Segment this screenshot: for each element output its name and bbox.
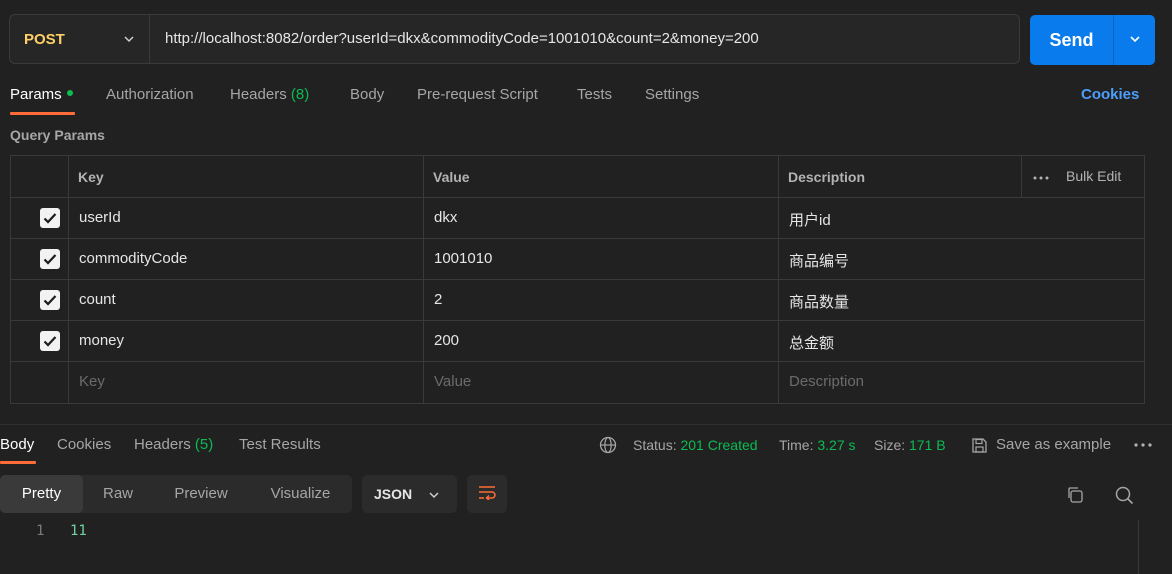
- response-tab-cookies[interactable]: Cookies: [57, 436, 111, 453]
- check-icon: [43, 213, 57, 224]
- check-icon: [43, 336, 57, 347]
- status-readout: Status: 201 Created: [633, 437, 758, 453]
- save-icon[interactable]: [969, 436, 989, 454]
- tab-body[interactable]: Body: [350, 85, 384, 115]
- param-key-cell[interactable]: commodityCode: [79, 250, 187, 267]
- method-select[interactable]: POST: [10, 15, 150, 63]
- size-value: 171 B: [909, 437, 946, 453]
- row-checkbox[interactable]: [40, 331, 60, 351]
- size-readout: Size: 171 B: [874, 437, 946, 453]
- time-readout: Time: 3.27 s: [779, 437, 856, 453]
- time-label: Time:: [779, 437, 814, 453]
- tab-params-label: Params: [10, 86, 62, 103]
- time-value: 3.27 s: [817, 437, 856, 453]
- url-input[interactable]: http://localhost:8082/order?userId=dkx&c…: [165, 15, 759, 63]
- param-value-cell[interactable]: dkx: [434, 209, 457, 226]
- param-key-cell[interactable]: money: [79, 332, 124, 349]
- params-table: Key Value Description Bulk Edit userId d…: [10, 155, 1145, 404]
- send-button[interactable]: Send: [1030, 15, 1113, 65]
- status-value: 201 Created: [680, 437, 758, 453]
- param-value-cell[interactable]: 2: [434, 291, 442, 308]
- row-checkbox[interactable]: [40, 290, 60, 310]
- tab-headers[interactable]: Headers (8): [230, 85, 309, 115]
- view-mode-preview[interactable]: Preview: [153, 475, 249, 513]
- column-divider: [1021, 156, 1022, 197]
- param-description-cell[interactable]: 总金额: [789, 332, 834, 353]
- wrap-lines-button[interactable]: [467, 475, 507, 513]
- method-label: POST: [24, 30, 65, 48]
- chevron-down-icon: [123, 32, 135, 49]
- tab-headers-count: (8): [290, 86, 310, 103]
- response-tab-headers-count: (5): [194, 436, 214, 453]
- send-button-group: Send: [1030, 15, 1155, 65]
- row-divider: [11, 361, 1144, 362]
- cookies-link[interactable]: Cookies: [1081, 85, 1139, 115]
- param-description-cell[interactable]: 商品数量: [789, 291, 849, 312]
- tab-authorization[interactable]: Authorization: [106, 85, 194, 115]
- view-mode-segmented-control: Pretty Raw Preview Visualize: [0, 475, 352, 513]
- row-divider: [11, 197, 1144, 198]
- send-options-button[interactable]: [1114, 15, 1155, 65]
- search-icon[interactable]: [1113, 484, 1135, 506]
- request-bar: POST http://localhost:8082/order?userId=…: [9, 14, 1020, 64]
- param-value-cell[interactable]: 1001010: [434, 250, 492, 267]
- tab-settings[interactable]: Settings: [645, 85, 699, 115]
- save-as-example-button[interactable]: Save as example: [996, 436, 1111, 453]
- tab-tests[interactable]: Tests: [577, 85, 612, 115]
- param-key-cell[interactable]: userId: [79, 209, 121, 226]
- new-value-input[interactable]: Value: [434, 373, 471, 390]
- response-tab-body[interactable]: Body: [0, 436, 34, 453]
- view-mode-pretty[interactable]: Pretty: [0, 475, 83, 513]
- row-checkbox[interactable]: [40, 249, 60, 269]
- line-number: 1: [36, 523, 45, 539]
- format-label: JSON: [374, 486, 413, 502]
- query-params-title: Query Params: [10, 127, 105, 143]
- column-header-key: Key: [78, 169, 104, 185]
- response-active-tab-underline: [0, 461, 36, 464]
- globe-icon[interactable]: [598, 436, 618, 454]
- tab-prerequest-script[interactable]: Pre-request Script: [417, 85, 538, 115]
- tab-headers-label: Headers: [230, 86, 287, 103]
- copy-icon[interactable]: [1064, 484, 1086, 506]
- params-indicator-dot: [66, 90, 73, 97]
- chevron-down-icon: [428, 488, 440, 504]
- size-label: Size:: [874, 437, 906, 453]
- param-description-cell[interactable]: 用户id: [789, 209, 831, 230]
- column-header-value: Value: [433, 169, 470, 185]
- check-icon: [43, 295, 57, 306]
- param-value-cell[interactable]: 200: [434, 332, 459, 349]
- format-select[interactable]: JSON: [362, 475, 457, 513]
- param-key-cell[interactable]: count: [79, 291, 116, 308]
- more-options-icon[interactable]: [1031, 168, 1051, 188]
- view-mode-visualize[interactable]: Visualize: [249, 475, 352, 513]
- response-tab-headers[interactable]: Headers (5): [134, 436, 213, 453]
- row-divider: [11, 279, 1144, 280]
- active-tab-underline: [10, 112, 75, 115]
- tab-params[interactable]: Params: [10, 85, 73, 115]
- response-body-line[interactable]: 11: [70, 523, 87, 539]
- param-description-cell[interactable]: 商品编号: [789, 250, 849, 271]
- wrap-icon: [477, 484, 497, 504]
- bulk-edit-button[interactable]: Bulk Edit: [1066, 168, 1121, 184]
- response-tab-headers-label: Headers: [134, 436, 191, 453]
- row-divider: [11, 320, 1144, 321]
- more-icon[interactable]: [1133, 438, 1153, 452]
- new-description-input[interactable]: Description: [789, 373, 864, 390]
- column-header-description: Description: [788, 169, 866, 185]
- new-key-input[interactable]: Key: [79, 373, 105, 390]
- response-tab-test-results[interactable]: Test Results: [239, 436, 321, 453]
- row-divider: [11, 238, 1144, 239]
- minimap-gutter: [1138, 520, 1172, 574]
- view-mode-raw[interactable]: Raw: [83, 475, 153, 513]
- status-label: Status:: [633, 437, 677, 453]
- row-checkbox[interactable]: [40, 208, 60, 228]
- check-icon: [43, 254, 57, 265]
- response-divider: [0, 424, 1172, 425]
- chevron-down-icon: [1129, 32, 1141, 49]
